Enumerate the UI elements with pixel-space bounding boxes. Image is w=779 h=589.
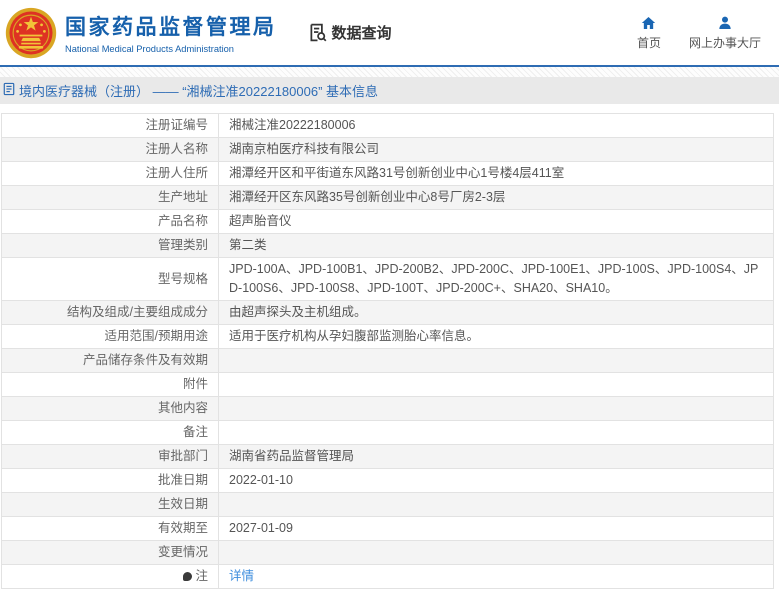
row-label: 其他内容 xyxy=(2,397,219,420)
info-table: 注册证编号 湘械注准20222180006 注册人名称 湖南京柏医疗科技有限公司 注册人… xyxy=(1,113,774,589)
row-label: 生效日期 xyxy=(2,493,219,516)
org-name-en: National Medical Products Administration xyxy=(65,44,234,54)
row-label: 适用范围/预期用途 xyxy=(2,325,219,348)
row-value: 2022-01-10 xyxy=(229,473,293,487)
table-row: 适用范围/预期用途 适用于医疗机构从孕妇腹部监测胎心率信息。 xyxy=(2,325,773,349)
row-label: 生产地址 xyxy=(2,186,219,209)
table-row: 型号规格 JPD-100A、JPD-100B1、JPD-200B2、JPD-200… xyxy=(2,258,773,301)
national-emblem-icon xyxy=(5,7,57,59)
row-value xyxy=(219,541,773,564)
org-name: 国家药品监督管理局 xyxy=(65,16,277,39)
table-row: 注册人名称 湖南京柏医疗科技有限公司 xyxy=(2,138,773,162)
table-row: 产品名称 超声胎音仪 xyxy=(2,210,773,234)
table-row: 其他内容 xyxy=(2,397,773,421)
row-label: 注册人住所 xyxy=(2,162,219,185)
breadcrumb: 境内医疗器械（注册） —— “湘械注准20222180006” 基本信息 xyxy=(0,77,779,104)
row-value: 湖南京柏医疗科技有限公司 xyxy=(229,142,380,156)
row-value: 第二类 xyxy=(229,238,267,252)
row-label: 批准日期 xyxy=(2,469,219,492)
table-row: 有效期至 2027-01-09 xyxy=(2,517,773,541)
row-label: 结构及组成/主要组成成分 xyxy=(2,301,219,324)
row-label: 附件 xyxy=(2,373,219,396)
row-label: 备注 xyxy=(2,421,219,444)
row-value xyxy=(219,397,773,420)
site-header: 国家药品监督管理局 National Medical Products Admi… xyxy=(0,0,779,65)
data-query-label: 数据查询 xyxy=(331,25,392,42)
row-value: JPD-100A、JPD-100B1、JPD-200B2、JPD-200C、JP… xyxy=(229,262,759,295)
row-value xyxy=(219,493,773,516)
table-row: 备注 xyxy=(2,421,773,445)
top-nav: 首页 网上办事大厅 xyxy=(637,15,761,51)
row-label: 产品储存条件及有效期 xyxy=(2,349,219,372)
row-label: 管理类别 xyxy=(2,234,219,257)
row-value: 湘潭经开区和平街道东风路31号创新创业中心1号楼4层411室 xyxy=(229,166,565,180)
table-row: 注册证编号 湘械注准20222180006 xyxy=(2,114,773,138)
row-label: 注 xyxy=(2,565,219,588)
row-value xyxy=(219,421,773,444)
table-row: 注册人住所 湘潭经开区和平街道东风路31号创新创业中心1号楼4层411室 xyxy=(2,162,773,186)
document-icon xyxy=(3,82,15,99)
table-row: 生产地址 湘潭经开区东风路35号创新创业中心8号厂房2-3层 xyxy=(2,186,773,210)
logo-area: 国家药品监督管理局 National Medical Products Admi… xyxy=(5,7,277,59)
table-row: 批准日期 2022-01-10 xyxy=(2,469,773,493)
row-label: 型号规格 xyxy=(2,258,219,300)
table-row: 结构及组成/主要组成成分 由超声探头及主机组成。 xyxy=(2,301,773,325)
nav-online-hall[interactable]: 网上办事大厅 xyxy=(689,15,761,51)
detail-link[interactable]: 详情 xyxy=(229,567,254,586)
row-value xyxy=(219,349,773,372)
table-row: 生效日期 xyxy=(2,493,773,517)
row-value: 详情 xyxy=(219,565,773,588)
texture-strip xyxy=(0,67,779,77)
row-value: 超声胎音仪 xyxy=(229,214,292,228)
table-row: 附件 xyxy=(2,373,773,397)
row-value xyxy=(219,373,773,396)
nav-home-label: 首页 xyxy=(636,35,661,50)
nav-online-hall-label: 网上办事大厅 xyxy=(688,35,761,50)
breadcrumb-title: 境内医疗器械（注册） —— “湘械注准20222180006” 基本信息 xyxy=(19,84,379,99)
row-value: 湖南省药品监督管理局 xyxy=(229,449,355,463)
table-row: 变更情况 xyxy=(2,541,773,565)
row-value: 2027-01-09 xyxy=(229,521,293,535)
row-value: 适用于医疗机构从孕妇腹部监测胎心率信息。 xyxy=(229,329,480,343)
row-label: 注册人名称 xyxy=(2,138,219,161)
table-row: 注详情 xyxy=(2,565,773,589)
data-query-icon xyxy=(307,22,328,43)
row-value: 湘潭经开区东风路35号创新创业中心8号厂房2-3层 xyxy=(229,190,506,204)
row-value: 湘械注准20222180006 xyxy=(229,118,356,132)
row-label: 产品名称 xyxy=(2,210,219,233)
note-icon xyxy=(183,572,193,581)
org-names: 国家药品监督管理局 National Medical Products Admi… xyxy=(65,11,277,54)
row-value: 由超声探头及主机组成。 xyxy=(229,305,367,319)
table-row: 产品储存条件及有效期 xyxy=(2,349,773,373)
user-icon xyxy=(717,15,733,31)
row-label: 审批部门 xyxy=(2,445,219,468)
home-icon xyxy=(640,15,657,31)
row-label: 变更情况 xyxy=(2,541,219,564)
table-row: 审批部门 湖南省药品监督管理局 xyxy=(2,445,773,469)
row-label: 注册证编号 xyxy=(2,114,219,137)
table-row: 管理类别 第二类 xyxy=(2,234,773,258)
row-label: 有效期至 xyxy=(2,517,219,540)
nav-home[interactable]: 首页 xyxy=(637,15,661,51)
data-query-heading: 数据查询 xyxy=(307,22,392,43)
